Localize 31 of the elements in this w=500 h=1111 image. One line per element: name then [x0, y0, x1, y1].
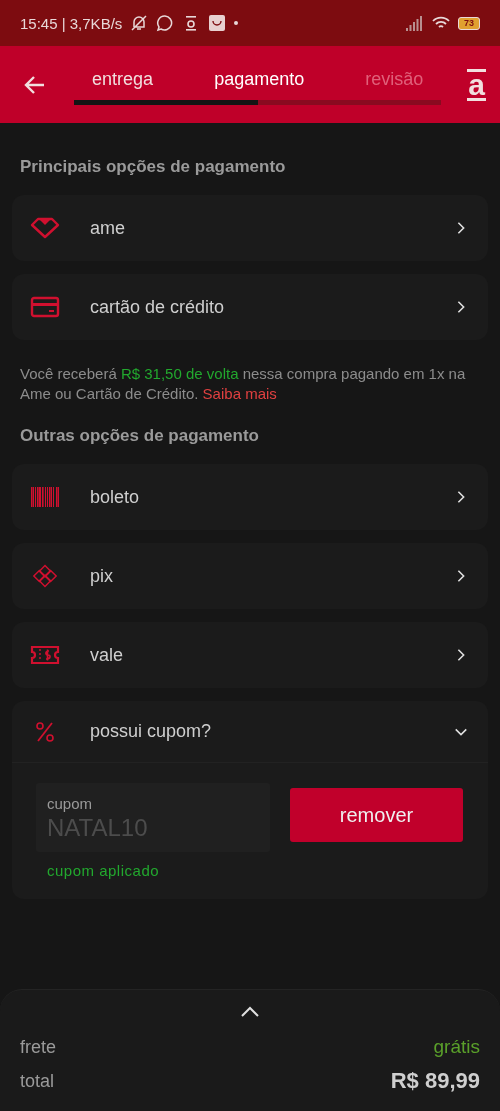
barcode-icon [30, 485, 60, 509]
learn-more-link[interactable]: Saiba mais [202, 385, 277, 402]
battery-level: 73 [458, 16, 480, 30]
remove-button[interactable]: remover [290, 788, 463, 842]
summary-label: total [20, 1070, 55, 1092]
signal-icon [406, 14, 424, 32]
payment-option[interactable]: pix [12, 543, 488, 609]
dot-icon [234, 21, 239, 25]
heart-icon [30, 216, 60, 240]
status-time: 15:45 | 3,7KB/s [20, 14, 123, 32]
summary-label: frete [20, 1036, 57, 1058]
step-tab[interactable]: entrega [92, 68, 154, 90]
cashback-text: Você receberá R$ 31,50 de volta nessa compra pagando em 1x na Ame ou Cartão de Crédito. Saiba mais [20, 364, 467, 404]
bag-icon [208, 14, 227, 32]
coupon-toggle[interactable]: possui cupom? [12, 701, 488, 763]
chat-icon [156, 14, 175, 32]
ticket-icon [30, 643, 60, 667]
summary-value: R$ 89,99 [390, 1068, 480, 1094]
section-title: Outras opções de pagamento [20, 426, 260, 446]
bell-off-icon [130, 14, 149, 32]
payment-option[interactable]: vale [12, 622, 488, 688]
logo: a [467, 68, 486, 101]
payment-option[interactable]: ame [12, 195, 488, 261]
step-tab[interactable]: pagamento [214, 68, 305, 90]
section-title: Principais opções de pagamento [20, 157, 287, 177]
payment-option[interactable]: cartão de crédito [12, 274, 488, 340]
summary-value: grátis [433, 1036, 480, 1058]
credit-card-icon [30, 295, 60, 319]
payment-option[interactable]: boleto [12, 464, 488, 530]
coupon-status: cupom aplicado [47, 862, 161, 879]
diamond-icon [30, 564, 60, 588]
